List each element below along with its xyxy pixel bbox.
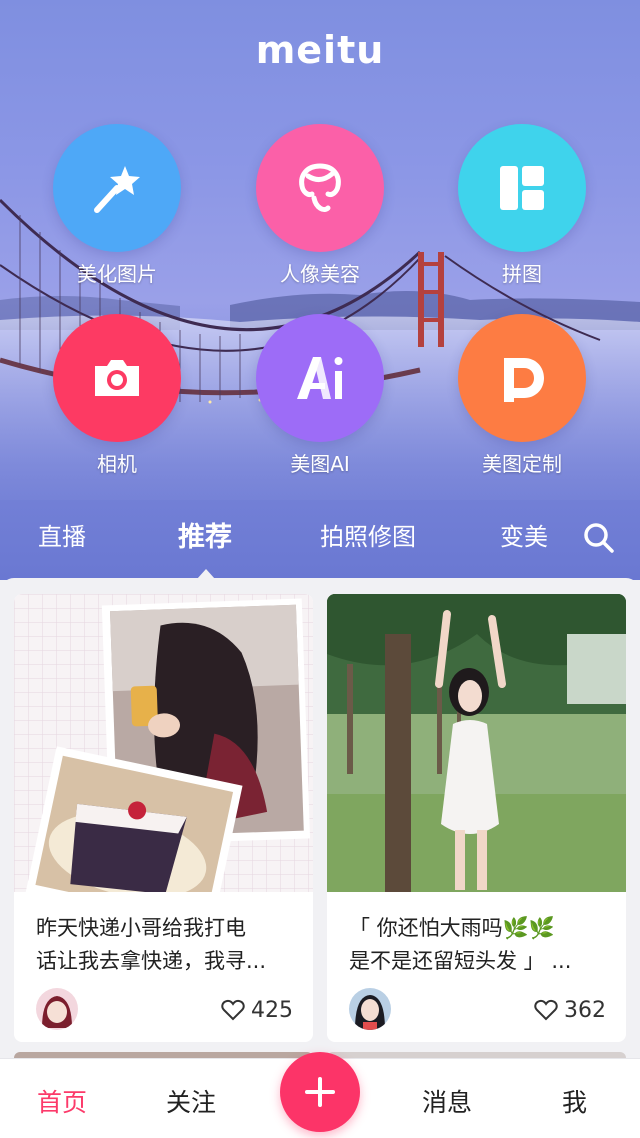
hero-header: meitu 美化图片 人像美容 拼图 相机 美图AI 美图定制 直播 推荐 拍照… <box>0 0 640 580</box>
camera-icon <box>53 314 181 442</box>
collage-grid-icon <box>458 124 586 252</box>
magic-wand-icon <box>53 124 181 252</box>
tab-recommended[interactable]: 推荐 <box>178 515 232 554</box>
tab-photo-editing[interactable]: 拍照修图 <box>320 517 416 552</box>
tool-collage[interactable]: 拼图 <box>422 124 622 287</box>
nav-home[interactable]: 首页 <box>37 1083 87 1119</box>
tool-meitu-ai[interactable]: 美图AI <box>220 314 420 477</box>
ai-icon <box>256 314 384 442</box>
caption-line: 话让我去拿快递，我寻... <box>36 949 267 973</box>
tool-label: 相机 <box>97 452 137 476</box>
tool-label: 美图定制 <box>482 452 562 476</box>
nav-messages[interactable]: 消息 <box>422 1083 472 1119</box>
caption-line: 是不是还留短头发 」 ... <box>349 949 572 973</box>
heart-icon <box>221 999 245 1021</box>
nav-following[interactable]: 关注 <box>166 1083 216 1119</box>
like-count: 425 <box>251 997 293 1023</box>
post-caption: 昨天快递小哥给我打电 话让我去拿快递，我寻... <box>36 912 296 978</box>
like-count: 362 <box>564 997 606 1023</box>
tab-live[interactable]: 直播 <box>38 517 86 552</box>
post-caption: 「 你还怕大雨吗🌿🌿 是不是还留短头发 」 ... <box>349 912 609 978</box>
feed-card[interactable]: 昨天快递小哥给我打电 话让我去拿快递，我寻... 425 <box>14 594 313 1042</box>
custom-print-icon <box>458 314 586 442</box>
caption-line: 昨天快递小哥给我打电 <box>36 916 246 940</box>
recommend-feed[interactable]: 昨天快递小哥给我打电 话让我去拿快递，我寻... 425 「 你还怕大雨吗🌿🌿 … <box>0 578 640 1058</box>
search-icon[interactable] <box>582 521 616 555</box>
tool-camera[interactable]: 相机 <box>17 314 217 477</box>
like-counter[interactable]: 425 <box>221 996 293 1024</box>
post-thumbnail <box>327 594 626 892</box>
feed-card[interactable]: 「 你还怕大雨吗🌿🌿 是不是还留短头发 」 ... 362 <box>327 594 626 1042</box>
bridge-background-image <box>0 198 640 500</box>
caption-line: 「 你还怕大雨吗🌿🌿 <box>349 916 555 940</box>
post-thumbnail <box>14 594 313 892</box>
tab-beauty[interactable]: 变美 <box>500 517 548 552</box>
tool-label: 美图AI <box>290 452 350 476</box>
avatar[interactable] <box>349 988 391 1030</box>
tool-beautify-photo[interactable]: 美化图片 <box>17 124 217 287</box>
tool-label: 美化图片 <box>77 262 157 286</box>
portrait-face-icon <box>256 124 384 252</box>
app-logo: meitu <box>255 28 385 72</box>
tool-meitu-custom[interactable]: 美图定制 <box>422 314 622 477</box>
category-tabs: 直播 推荐 拍照修图 变美 <box>0 505 640 579</box>
tool-label: 拼图 <box>502 262 542 286</box>
avatar[interactable] <box>36 988 78 1030</box>
tool-portrait-beauty[interactable]: 人像美容 <box>220 124 420 287</box>
nav-me[interactable]: 我 <box>562 1083 587 1119</box>
like-counter[interactable]: 362 <box>534 996 606 1024</box>
tool-label: 人像美容 <box>280 262 360 286</box>
plus-icon <box>305 1077 335 1107</box>
heart-icon <box>534 999 558 1021</box>
create-post-button[interactable] <box>280 1052 360 1132</box>
